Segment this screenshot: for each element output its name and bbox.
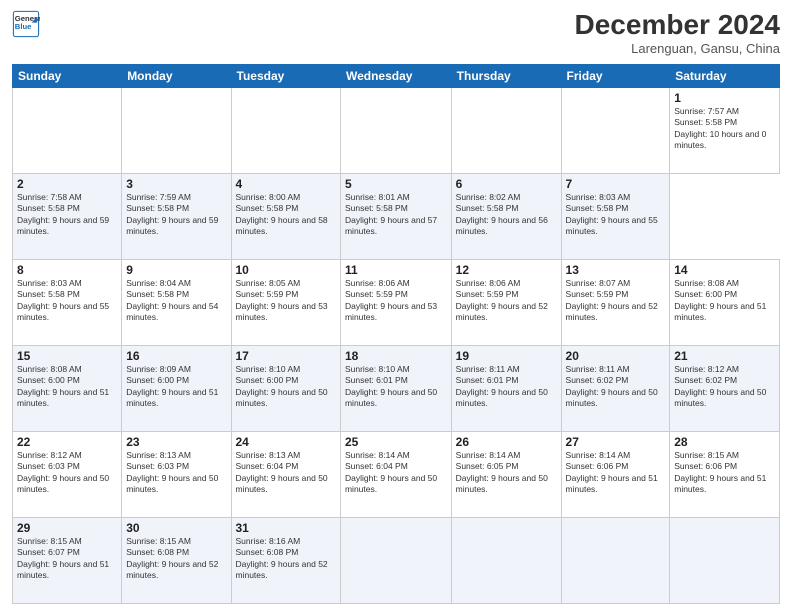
day-header-sunday: Sunday bbox=[13, 64, 122, 87]
day-header-monday: Monday bbox=[122, 64, 231, 87]
header: General Blue December 2024 Larenguan, Ga… bbox=[12, 10, 780, 56]
day-cell: 6Sunrise: 8:02 AMSunset: 5:58 PMDaylight… bbox=[451, 173, 561, 259]
day-header-friday: Friday bbox=[561, 64, 670, 87]
day-cell: 30Sunrise: 8:15 AMSunset: 6:08 PMDayligh… bbox=[122, 517, 231, 603]
calendar-table: SundayMondayTuesdayWednesdayThursdayFrid… bbox=[12, 64, 780, 604]
day-cell: 20Sunrise: 8:11 AMSunset: 6:02 PMDayligh… bbox=[561, 345, 670, 431]
day-cell: 10Sunrise: 8:05 AMSunset: 5:59 PMDayligh… bbox=[231, 259, 340, 345]
day-cell: 24Sunrise: 8:13 AMSunset: 6:04 PMDayligh… bbox=[231, 431, 340, 517]
day-header-thursday: Thursday bbox=[451, 64, 561, 87]
calendar-header-row: SundayMondayTuesdayWednesdayThursdayFrid… bbox=[13, 64, 780, 87]
day-cell: 16Sunrise: 8:09 AMSunset: 6:00 PMDayligh… bbox=[122, 345, 231, 431]
empty-day-cell bbox=[561, 517, 670, 603]
month-title: December 2024 bbox=[575, 10, 780, 41]
day-cell: 13Sunrise: 8:07 AMSunset: 5:59 PMDayligh… bbox=[561, 259, 670, 345]
day-cell: 3Sunrise: 7:59 AMSunset: 5:58 PMDaylight… bbox=[122, 173, 231, 259]
logo-icon: General Blue bbox=[12, 10, 40, 38]
empty-day-cell bbox=[122, 87, 231, 173]
day-cell: 11Sunrise: 8:06 AMSunset: 5:59 PMDayligh… bbox=[340, 259, 451, 345]
day-cell: 14Sunrise: 8:08 AMSunset: 6:00 PMDayligh… bbox=[670, 259, 780, 345]
day-cell: 21Sunrise: 8:12 AMSunset: 6:02 PMDayligh… bbox=[670, 345, 780, 431]
empty-day-cell bbox=[561, 87, 670, 173]
day-cell: 12Sunrise: 8:06 AMSunset: 5:59 PMDayligh… bbox=[451, 259, 561, 345]
calendar-container: General Blue December 2024 Larenguan, Ga… bbox=[0, 0, 792, 612]
logo: General Blue bbox=[12, 10, 42, 38]
day-header-wednesday: Wednesday bbox=[340, 64, 451, 87]
empty-day-cell bbox=[231, 87, 340, 173]
calendar-week-row: 1Sunrise: 7:57 AMSunset: 5:58 PMDaylight… bbox=[13, 87, 780, 173]
day-cell: 1Sunrise: 7:57 AMSunset: 5:58 PMDaylight… bbox=[670, 87, 780, 173]
empty-day-cell bbox=[340, 517, 451, 603]
day-cell: 22Sunrise: 8:12 AMSunset: 6:03 PMDayligh… bbox=[13, 431, 122, 517]
empty-day-cell bbox=[340, 87, 451, 173]
day-cell: 2Sunrise: 7:58 AMSunset: 5:58 PMDaylight… bbox=[13, 173, 122, 259]
calendar-week-row: 22Sunrise: 8:12 AMSunset: 6:03 PMDayligh… bbox=[13, 431, 780, 517]
calendar-week-row: 15Sunrise: 8:08 AMSunset: 6:00 PMDayligh… bbox=[13, 345, 780, 431]
day-cell: 28Sunrise: 8:15 AMSunset: 6:06 PMDayligh… bbox=[670, 431, 780, 517]
day-header-saturday: Saturday bbox=[670, 64, 780, 87]
day-cell: 26Sunrise: 8:14 AMSunset: 6:05 PMDayligh… bbox=[451, 431, 561, 517]
svg-text:Blue: Blue bbox=[15, 22, 32, 31]
calendar-week-row: 2Sunrise: 7:58 AMSunset: 5:58 PMDaylight… bbox=[13, 173, 780, 259]
day-cell: 17Sunrise: 8:10 AMSunset: 6:00 PMDayligh… bbox=[231, 345, 340, 431]
day-cell: 5Sunrise: 8:01 AMSunset: 5:58 PMDaylight… bbox=[340, 173, 451, 259]
location-subtitle: Larenguan, Gansu, China bbox=[575, 41, 780, 56]
empty-day-cell bbox=[451, 87, 561, 173]
day-cell: 8Sunrise: 8:03 AMSunset: 5:58 PMDaylight… bbox=[13, 259, 122, 345]
empty-day-cell bbox=[451, 517, 561, 603]
day-cell: 9Sunrise: 8:04 AMSunset: 5:58 PMDaylight… bbox=[122, 259, 231, 345]
day-cell: 31Sunrise: 8:16 AMSunset: 6:08 PMDayligh… bbox=[231, 517, 340, 603]
day-cell: 18Sunrise: 8:10 AMSunset: 6:01 PMDayligh… bbox=[340, 345, 451, 431]
day-cell: 23Sunrise: 8:13 AMSunset: 6:03 PMDayligh… bbox=[122, 431, 231, 517]
calendar-week-row: 29Sunrise: 8:15 AMSunset: 6:07 PMDayligh… bbox=[13, 517, 780, 603]
calendar-week-row: 8Sunrise: 8:03 AMSunset: 5:58 PMDaylight… bbox=[13, 259, 780, 345]
empty-day-cell bbox=[670, 517, 780, 603]
day-cell: 15Sunrise: 8:08 AMSunset: 6:00 PMDayligh… bbox=[13, 345, 122, 431]
title-block: December 2024 Larenguan, Gansu, China bbox=[575, 10, 780, 56]
empty-day-cell bbox=[13, 87, 122, 173]
day-cell: 29Sunrise: 8:15 AMSunset: 6:07 PMDayligh… bbox=[13, 517, 122, 603]
day-header-tuesday: Tuesday bbox=[231, 64, 340, 87]
day-cell: 19Sunrise: 8:11 AMSunset: 6:01 PMDayligh… bbox=[451, 345, 561, 431]
day-cell: 7Sunrise: 8:03 AMSunset: 5:58 PMDaylight… bbox=[561, 173, 670, 259]
day-cell: 4Sunrise: 8:00 AMSunset: 5:58 PMDaylight… bbox=[231, 173, 340, 259]
day-cell: 25Sunrise: 8:14 AMSunset: 6:04 PMDayligh… bbox=[340, 431, 451, 517]
day-cell: 27Sunrise: 8:14 AMSunset: 6:06 PMDayligh… bbox=[561, 431, 670, 517]
